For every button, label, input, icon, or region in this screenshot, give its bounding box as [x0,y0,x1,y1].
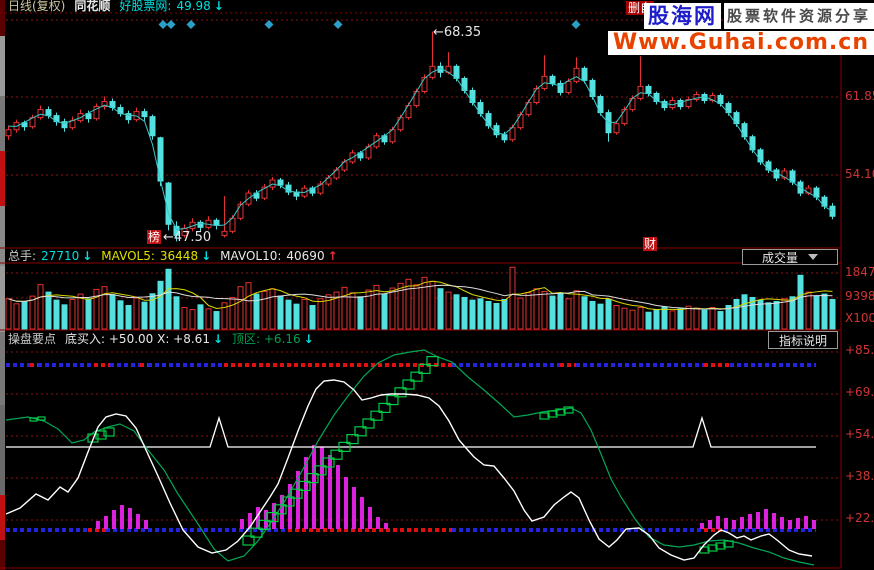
indicator-down-arrow-icon: ↓ [212,332,224,346]
high-annotation: ←68.35 [433,25,482,40]
axis-label: +38.19 [845,469,874,483]
watermark-tagline: 股票软件资源分享 [723,3,874,29]
signal-diamond-icon [571,20,581,29]
axis-label: +54.02 [845,427,874,441]
volume-down-arrow-icon: ↓ [82,249,93,263]
top-zone-down-arrow-icon: ↓ [303,332,314,346]
axis-label: +69.85 [845,385,874,399]
low-annotation: ←47.50 [163,230,212,245]
signal-diamond-icon [158,20,168,29]
indicator-reading: 底买入: +50.00 X: +8.61 [65,332,210,346]
app-window: 日线(复权) 同花顺 好股票网: 49.98 ↓ 删自 股海网 股票软件资源分享… [0,0,874,570]
price-down-arrow-icon: ↓ [213,0,224,13]
watermark-url: Www.Guhai.com.cn [607,31,874,55]
mavol5-label: MAVOL5: [101,249,155,263]
indicator-title: 操盘要点 [8,332,57,346]
axis-label: 18473 [845,265,874,279]
mavol5-value: 36448 [159,249,199,263]
window-edge [0,405,5,495]
indicator-header: 操盘要点 底买入: +50.00 X: +8.61 ↓ 顶区: +6.16 ↓ [8,333,314,346]
signal-diamond-icon [264,20,274,29]
axis-label: X1000 [845,311,874,325]
axis-label: 54.10 [845,167,874,181]
axis-label: 9398 [845,289,874,303]
window-edge [0,332,5,405]
indicator-selector-label: 成交量 [761,250,798,265]
volume-header: 总手: 27710 ↓ MAVOL5: 36448 ↓ MAVOL10: 406… [8,250,338,263]
axis-label: +85.68 [845,343,874,357]
indicator-help-button[interactable]: 指标说明 [768,331,838,349]
main-chart-header: 日线(复权) 同花顺 好股票网: 49.98 ↓ [8,0,224,13]
period-label: 日线(复权) [8,0,66,13]
window-edge [0,495,5,540]
window-edge [0,266,5,332]
site-label: 好股票网: [119,0,172,13]
window-edge [0,36,5,96]
app-name: 同花顺 [74,0,111,13]
mavol10-value: 40690 [286,249,325,263]
watermark-brand: 股海网 [643,3,721,29]
signal-diamond-icon [166,20,176,29]
axis-label: +22.36 [845,511,874,525]
window-edge [0,540,5,570]
window-edge [0,151,5,206]
window-edge [0,206,5,266]
axis-label: 61.85 [845,89,874,103]
mavol10-label: MAVOL10: [220,249,282,263]
chart-canvas [0,0,842,570]
event-badge-low[interactable]: 榜 [147,230,161,244]
dropdown-arrow-icon[interactable] [808,254,818,260]
last-price: 49.98 [176,0,211,13]
mavol5-down-arrow-icon: ↓ [201,249,212,263]
mavol10-up-arrow-icon: ↑ [327,249,338,263]
watermark: 股海网 股票软件资源分享 Www.Guhai.com.cn [607,3,874,55]
volume-value: 27710 [41,249,80,263]
window-edge [0,0,5,36]
signal-diamond-icon [333,20,343,29]
event-badge-right[interactable]: 财 [643,237,657,251]
indicator-help-label: 指标说明 [778,333,827,348]
window-edge [0,96,5,151]
signal-diamond-icon [186,20,196,29]
indicator-selector[interactable]: 成交量 [742,249,838,265]
volume-label: 总手: [8,249,37,263]
top-zone-reading: 顶区: +6.16 [232,332,301,346]
